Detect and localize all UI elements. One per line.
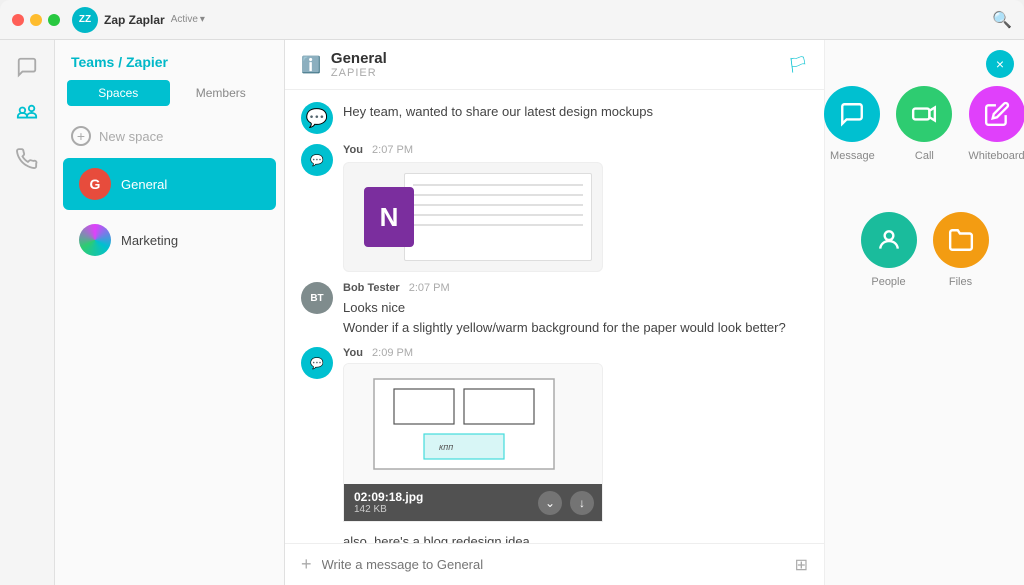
close-button[interactable] (12, 14, 24, 26)
files-button[interactable] (933, 212, 989, 268)
space-name: Marketing (121, 233, 178, 248)
expand-button[interactable]: ⌄ (538, 491, 562, 515)
svg-text:кпп: кпп (439, 442, 453, 452)
message-row: 💬 You 2:07 PM (301, 144, 808, 272)
message-secondary-text: Wonder if a slightly yellow/warm backgro… (343, 318, 808, 338)
action-label: Whiteboard (968, 150, 1024, 162)
avatar: 💬 (301, 144, 333, 176)
space-item-general[interactable]: G General (63, 158, 276, 210)
app-body: Teams / Zapier Spaces Members + New spac… (0, 40, 1024, 585)
avatar: 💬 (301, 347, 333, 379)
team-path: Teams / Zapier (55, 40, 284, 80)
action-row-1: Message Call Whiteboard (824, 86, 1024, 162)
message-row: BT Bob Tester 2:07 PM Looks nice Wonder … (301, 282, 808, 337)
action-label: Files (949, 276, 972, 288)
message-meta: Bob Tester 2:07 PM (343, 282, 808, 294)
nav-call-icon[interactable] (12, 144, 42, 174)
format-icon[interactable]: ⊞ (795, 555, 808, 575)
people-button[interactable] (861, 212, 917, 268)
titlebar: ZZ Zap Zaplar Active ▾ 🔍 (0, 0, 1024, 40)
message-text: Hey team, wanted to share our latest des… (343, 104, 653, 119)
onenote-image: N (343, 162, 603, 272)
info-icon: ℹ️ (301, 55, 321, 75)
message-button[interactable] (824, 86, 880, 142)
channel-org: ZAPIER (331, 67, 387, 79)
action-btn-call: Call (896, 86, 952, 162)
avatar: ZZ (72, 7, 98, 33)
message-row: 💬 Hey team, wanted to share our latest d… (301, 102, 808, 134)
action-btn-people: People (861, 212, 917, 288)
tab-members[interactable]: Members (170, 80, 273, 106)
filename: 02:09:18.jpg (354, 490, 538, 504)
call-button[interactable] (896, 86, 952, 142)
nav-teams-icon[interactable] (12, 98, 42, 128)
nav-sidebar (0, 40, 55, 585)
search-icon[interactable]: 🔍 (992, 10, 1012, 30)
space-item-marketing[interactable]: Marketing (63, 214, 276, 266)
channel-name: General (331, 50, 387, 67)
message-meta: You 2:09 PM (343, 347, 808, 359)
action-label: Call (915, 150, 934, 162)
action-btn-message: Message (824, 86, 880, 162)
action-row-2: People Files (861, 212, 989, 288)
message-content: Bob Tester 2:07 PM Looks nice Wonder if … (343, 282, 808, 337)
message-continuation: also, here's a blog redesign idea (301, 532, 808, 543)
avatar (79, 224, 111, 256)
whiteboard-preview: кпп 02:09:18.jpg 142 KB ⌄ ↓ (343, 363, 603, 522)
add-attachment-icon[interactable]: + (301, 554, 312, 575)
image-footer: 02:09:18.jpg 142 KB ⌄ ↓ (344, 484, 603, 521)
message-meta: You 2:07 PM (343, 144, 808, 156)
whiteboard-button[interactable] (969, 86, 1024, 142)
new-space-button[interactable]: + New space (55, 116, 284, 156)
tab-spaces[interactable]: Spaces (67, 80, 170, 106)
image-actions: ⌄ ↓ (538, 491, 594, 515)
chat-area: ℹ️ General ZAPIER 🏳 💬 Hey team, wanted t… (285, 40, 824, 585)
download-button[interactable]: ↓ (570, 491, 594, 515)
chat-messages: 💬 Hey team, wanted to share our latest d… (285, 90, 824, 543)
action-btn-files: Files (933, 212, 989, 288)
plus-icon: + (71, 126, 91, 146)
avatar: G (79, 168, 111, 200)
filesize: 142 KB (354, 504, 538, 515)
traffic-lights (12, 14, 60, 26)
message-input[interactable] (322, 557, 785, 572)
user-name: Zap Zaplar (104, 13, 165, 27)
spaces-sidebar: Teams / Zapier Spaces Members + New spac… (55, 40, 285, 585)
action-btn-whiteboard: Whiteboard (968, 86, 1024, 162)
message-row: 💬 You 2:09 PM (301, 347, 808, 522)
message-text: also, here's a blog redesign idea (343, 534, 530, 543)
channel-info: General ZAPIER (331, 50, 387, 79)
close-button[interactable]: × (986, 50, 1014, 78)
whiteboard-svg: кпп (344, 364, 603, 484)
flag-icon: 🏳 (788, 55, 808, 75)
message-text: Looks nice (343, 298, 808, 318)
action-label: People (871, 276, 905, 288)
chat-header: ℹ️ General ZAPIER 🏳 (285, 40, 824, 90)
minimize-button[interactable] (30, 14, 42, 26)
user-status: Active ▾ (171, 14, 205, 25)
action-panel: × Message Call (824, 40, 1024, 585)
space-name: General (121, 177, 167, 192)
message-content: Hey team, wanted to share our latest des… (343, 102, 808, 122)
maximize-button[interactable] (48, 14, 60, 26)
spaces-tabs: Spaces Members (67, 80, 272, 106)
message-content: You 2:07 PM N (343, 144, 808, 272)
nav-chat-icon[interactable] (12, 52, 42, 82)
action-label: Message (830, 150, 875, 162)
avatar: 💬 (301, 102, 333, 134)
avatar: BT (301, 282, 333, 314)
message-content: You 2:09 PM (343, 347, 808, 522)
chat-input-bar: + ⊞ (285, 543, 824, 585)
